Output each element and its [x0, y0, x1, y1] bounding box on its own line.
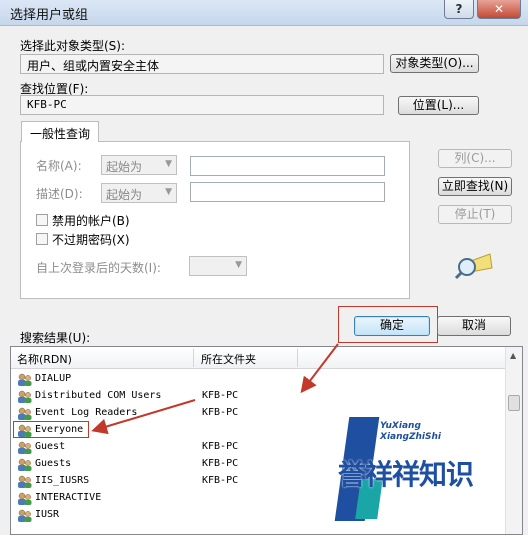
tab-general-query[interactable]: 一般性查询	[21, 121, 100, 142]
table-row[interactable]: DIALUP	[11, 371, 506, 388]
row-folder: KFB-PC	[202, 458, 239, 469]
chevron-down-icon: ▼	[165, 159, 172, 169]
row-name: IUSR	[35, 509, 60, 520]
row-name: IIS_IUSRS	[35, 475, 90, 486]
row-name: Distributed COM Users	[35, 390, 162, 401]
search-flashlight-icon	[454, 253, 493, 280]
row-name: DIALUP	[35, 373, 72, 384]
row-name: Guests	[35, 458, 72, 469]
description-mode-value: 起始为	[106, 188, 143, 202]
help-button[interactable]: ?	[444, 0, 474, 19]
table-row[interactable]: Guest KFB-PC	[11, 439, 506, 456]
user-group-icon	[18, 407, 32, 420]
user-group-icon	[18, 475, 32, 488]
user-group-icon	[18, 441, 32, 454]
table-row[interactable]: Event Log Readers KFB-PC	[11, 405, 506, 422]
no-expire-password-label: 不过期密码(X)	[52, 233, 130, 247]
user-group-icon	[18, 458, 32, 471]
no-expire-password-checkbox[interactable]	[36, 233, 48, 245]
row-folder: KFB-PC	[202, 441, 239, 452]
columns-button[interactable]: 列(C)...	[438, 149, 512, 168]
vertical-scrollbar[interactable]: ▲	[505, 347, 522, 534]
stop-button[interactable]: 停止(T)	[438, 205, 512, 224]
name-mode-select[interactable]: 起始为 ▼	[101, 155, 177, 175]
column-divider	[297, 349, 298, 367]
chevron-down-icon: ▼	[165, 187, 172, 197]
user-group-icon	[18, 390, 32, 403]
table-row[interactable]: Everyone	[11, 421, 506, 439]
object-types-button[interactable]: 对象类型(O)...	[390, 54, 479, 73]
object-type-field: 用户、组或内置安全主体	[20, 54, 384, 74]
location-field: KFB-PC	[20, 95, 384, 115]
days-since-login-label: 自上次登录后的天数(I):	[36, 261, 161, 275]
cancel-button[interactable]: 取消	[437, 316, 511, 336]
name-mode-value: 起始为	[106, 160, 143, 174]
results-header	[11, 347, 506, 369]
user-group-icon	[18, 509, 32, 522]
row-name: Event Log Readers	[35, 407, 138, 418]
object-type-label: 选择此对象类型(S):	[20, 39, 126, 53]
name-label: 名称(A):	[36, 159, 82, 173]
row-folder: KFB-PC	[202, 407, 239, 418]
table-row[interactable]: INTERACTIVE	[11, 490, 506, 507]
table-row[interactable]: Guests KFB-PC	[11, 456, 506, 473]
row-folder: KFB-PC	[202, 390, 239, 401]
scroll-up-icon[interactable]: ▲	[510, 351, 516, 360]
description-label: 描述(D):	[36, 187, 83, 201]
column-divider	[193, 349, 194, 367]
find-now-button[interactable]: 立即查找(N)	[438, 177, 512, 196]
locations-button[interactable]: 位置(L)...	[398, 96, 479, 115]
window-title: 选择用户或组	[10, 8, 89, 23]
days-since-login-select[interactable]: ▼	[189, 256, 247, 276]
row-name: Guest	[35, 441, 66, 452]
description-mode-select[interactable]: 起始为 ▼	[101, 183, 177, 203]
user-group-icon	[18, 492, 32, 505]
row-folder: KFB-PC	[202, 475, 239, 486]
disabled-accounts-label: 禁用的帐户(B)	[52, 214, 130, 228]
close-button[interactable]: ✕	[477, 0, 521, 19]
name-input[interactable]	[190, 156, 385, 176]
scroll-thumb[interactable]	[508, 395, 520, 411]
column-header-folder[interactable]: 所在文件夹	[201, 351, 256, 367]
disabled-accounts-checkbox[interactable]	[36, 214, 48, 226]
row-name: INTERACTIVE	[35, 492, 102, 503]
table-row[interactable]: IIS_IUSRS KFB-PC	[11, 473, 506, 490]
table-row[interactable]: IUSR	[11, 507, 506, 524]
column-header-name[interactable]: 名称(RDN)	[17, 351, 72, 367]
search-results-list[interactable]: 名称(RDN) 所在文件夹 DIALUP Distributed COM User…	[10, 346, 523, 535]
description-input[interactable]	[190, 182, 385, 202]
chevron-down-icon: ▼	[235, 260, 242, 270]
user-group-icon	[18, 373, 32, 386]
search-results-label: 搜索结果(U):	[20, 331, 91, 345]
table-row[interactable]: Distributed COM Users KFB-PC	[11, 388, 506, 405]
ok-button[interactable]: 确定	[354, 316, 430, 336]
everyone-highlight-frame	[13, 421, 89, 438]
